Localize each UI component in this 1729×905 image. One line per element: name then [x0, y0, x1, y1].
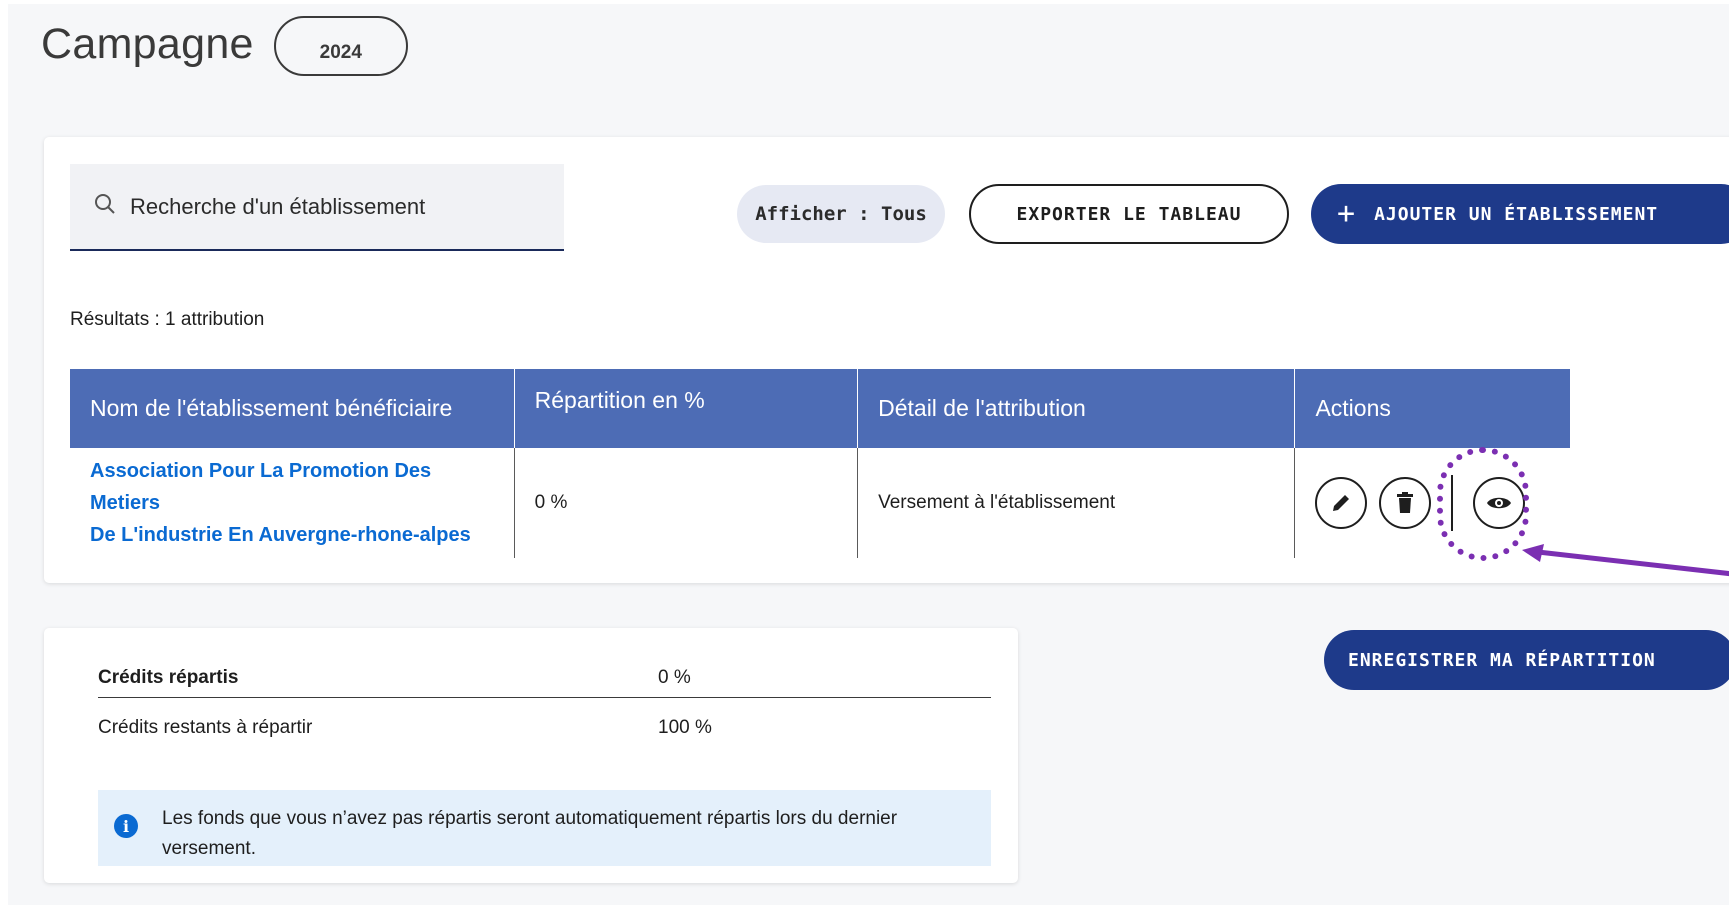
establishment-name-line2: De L'industrie En Auvergne-rhone-alpes [90, 524, 471, 546]
info-notice: i Les fonds que vous n’avez pas répartis… [98, 790, 991, 866]
info-icon: i [114, 814, 138, 838]
trash-icon [1397, 492, 1414, 513]
add-establishment-label: AJOUTER UN ÉTABLISSEMENT [1374, 203, 1659, 225]
credits-restants-value: 100 % [658, 717, 712, 738]
attributions-table: Nom de l'établissement bénéficiaire Répa… [70, 369, 1570, 558]
save-repartition-button[interactable]: ENREGISTRER MA RÉPARTITION [1324, 630, 1729, 690]
cell-name: Association Pour La Promotion Des Metier… [70, 448, 515, 558]
search-icon [94, 193, 116, 220]
delete-button[interactable] [1379, 477, 1432, 529]
export-button[interactable]: EXPORTER LE TABLEAU [969, 184, 1289, 244]
results-count: Résultats : 1 attribution [70, 309, 265, 330]
credits-restants-label: Crédits restants à répartir [98, 717, 313, 738]
highlight-annotation [1437, 447, 1529, 561]
credits-repartis-label: Crédits répartis [98, 666, 239, 688]
col-header-detail: Détail de l'attribution [857, 369, 1296, 448]
info-text: Les fonds que vous n’avez pas répartis s… [162, 808, 898, 859]
credits-repartis-value: 0 % [658, 666, 691, 688]
edit-button[interactable] [1315, 477, 1368, 529]
plus-icon: + [1337, 196, 1357, 231]
cell-repartition: 0 % [514, 448, 859, 558]
credits-repartis-row: Crédits répartis 0 % [98, 658, 991, 698]
credits-card: Crédits répartis 0 % Crédits restants à … [44, 628, 1018, 883]
table-header-row: Nom de l'établissement bénéficiaire Répa… [70, 369, 1570, 448]
search-input[interactable] [130, 193, 550, 220]
page-title: Campagne [41, 19, 254, 68]
credits-restants-row: Crédits restants à répartir 100 % [98, 710, 991, 746]
edit-pencil-icon [1333, 495, 1350, 511]
page-header: Campagne 2024 [41, 12, 408, 76]
cell-detail: Versement à l'établissement [857, 448, 1296, 558]
col-header-name: Nom de l'établissement bénéficiaire [70, 369, 515, 448]
col-header-repartition: Répartition en % [514, 369, 859, 448]
add-establishment-button[interactable]: + AJOUTER UN ÉTABLISSEMENT [1311, 184, 1729, 244]
arrow-annotation-icon [1522, 544, 1729, 577]
page: Campagne 2024 Afficher : Tous EXPORTER L… [8, 4, 1729, 905]
search-box[interactable] [70, 164, 564, 251]
establishment-link[interactable]: Association Pour La Promotion Des Metier… [90, 455, 494, 551]
filter-button[interactable]: Afficher : Tous [737, 185, 945, 243]
year-selector[interactable]: 2024 [273, 16, 408, 76]
table-row: Association Pour La Promotion Des Metier… [70, 448, 1570, 558]
col-header-actions: Actions [1294, 369, 1570, 448]
establishment-name-line1: Association Pour La Promotion Des Metier… [90, 460, 432, 514]
